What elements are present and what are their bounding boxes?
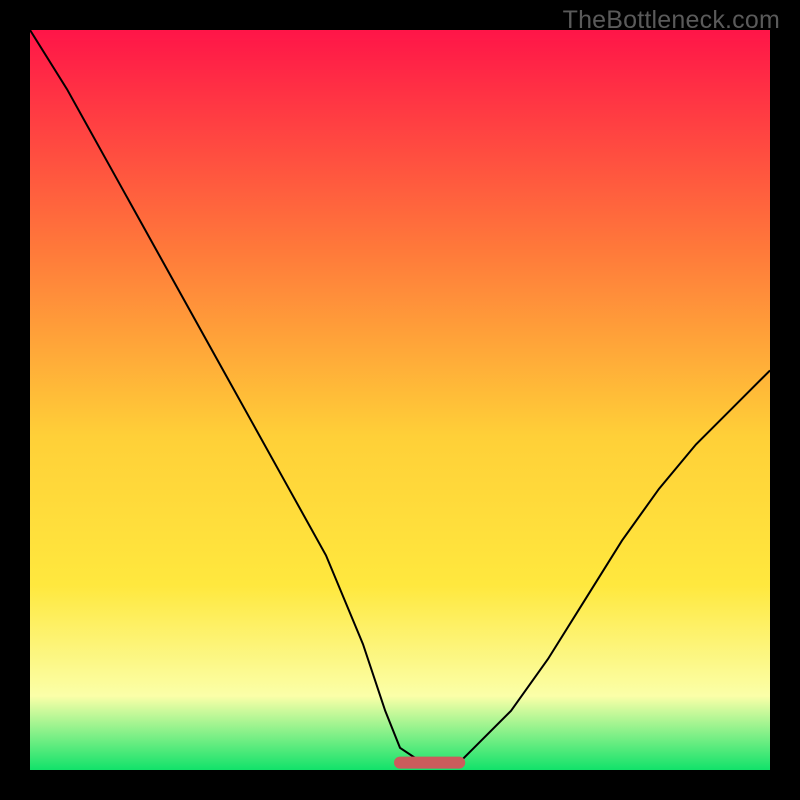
plot-area bbox=[30, 30, 770, 770]
gradient-rect bbox=[30, 30, 770, 770]
chart-svg bbox=[30, 30, 770, 770]
chart-stage: TheBottleneck.com bbox=[0, 0, 800, 800]
